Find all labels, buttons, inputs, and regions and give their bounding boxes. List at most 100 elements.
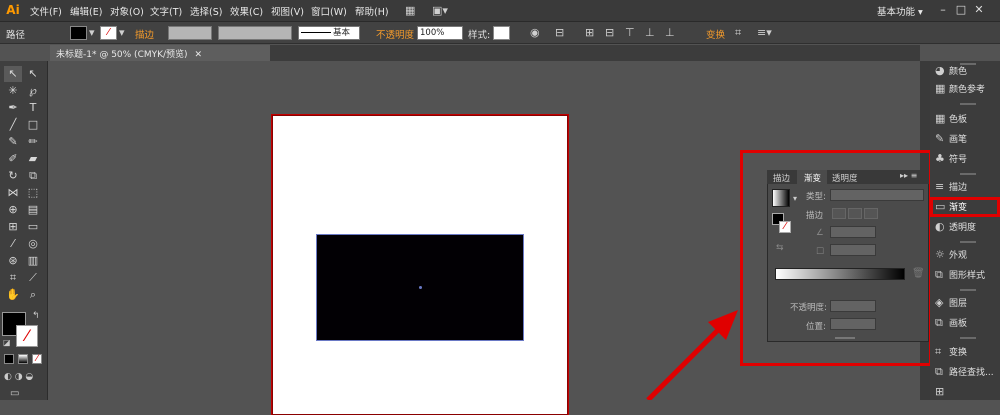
- eyedropper-tool-icon[interactable]: ⁄: [4, 236, 22, 252]
- color-icon: ◕: [935, 64, 945, 77]
- chevron-down-icon[interactable]: ▾: [89, 26, 95, 39]
- column-graph-tool-icon[interactable]: ▥: [24, 253, 42, 269]
- selection-tool-icon[interactable]: ↖: [4, 66, 22, 82]
- align-right-icon[interactable]: ⊟: [605, 26, 614, 39]
- dock-layers-label: 图层: [949, 299, 968, 309]
- close-icon[interactable]: ✕: [970, 3, 988, 16]
- artboard-tool-icon[interactable]: ⌗: [4, 270, 22, 286]
- rotate-tool-icon[interactable]: ↻: [4, 168, 22, 184]
- zoom-tool-icon[interactable]: ⌕: [24, 287, 42, 303]
- draw-mode-icons[interactable]: ◐ ◑ ◒: [4, 372, 33, 382]
- menu-type[interactable]: 文字(T): [150, 4, 182, 18]
- align-center-icon[interactable]: ⊞: [585, 26, 594, 39]
- dock-color-guide[interactable]: ▦ 颜色参考: [935, 80, 1000, 98]
- screen-mode-icon[interactable]: ▭: [10, 388, 19, 399]
- dock-group-separator: [960, 103, 976, 105]
- menu-edit[interactable]: 编辑(E): [70, 4, 102, 18]
- dock-brushes[interactable]: ✎ 画笔: [935, 130, 1000, 148]
- line-tool-icon[interactable]: ╱: [4, 117, 22, 133]
- layers-icon: ◈: [935, 296, 944, 309]
- lasso-tool-icon[interactable]: ℘: [24, 83, 42, 99]
- dock-symbols[interactable]: ♣ 符号: [935, 150, 1000, 168]
- document-tab[interactable]: 未标题-1* @ 50% (CMYK/预览) ✕: [50, 45, 270, 61]
- default-colors-icon[interactable]: ◪: [3, 338, 11, 347]
- align-top-icon[interactable]: ⊤: [625, 26, 635, 39]
- dock-artboards[interactable]: ⧉ 画板: [935, 314, 1000, 332]
- slice-tool-icon[interactable]: ⟋: [24, 270, 42, 286]
- dock-graphic-styles-label: 图形样式: [949, 271, 986, 281]
- pencil-tool-icon[interactable]: ✏: [24, 134, 42, 150]
- dock-artboards-label: 画板: [949, 319, 968, 329]
- shape-builder-tool-icon[interactable]: ⊕: [4, 202, 22, 218]
- minimize-icon[interactable]: –: [934, 3, 952, 16]
- blend-tool-icon[interactable]: ◎: [24, 236, 42, 252]
- menu-view[interactable]: 视图(V): [271, 4, 304, 18]
- direct-selection-tool-icon[interactable]: ↖: [24, 66, 42, 82]
- stroke-swatch[interactable]: ⁄: [100, 26, 117, 40]
- panel-menu-icon[interactable]: ≡▾: [757, 26, 772, 39]
- menu-select[interactable]: 选择(S): [190, 4, 222, 18]
- opacity-input[interactable]: 100%: [417, 26, 463, 40]
- gradient-tool-icon[interactable]: ▭: [24, 219, 42, 235]
- dock-graphic-styles[interactable]: ⧉ 图形样式: [935, 266, 1000, 284]
- menu-effect[interactable]: 效果(C): [230, 4, 263, 18]
- dock-color-guide-label: 颜色参考: [949, 85, 986, 95]
- recolor-icon[interactable]: ◉: [530, 26, 540, 39]
- opacity-label[interactable]: 不透明度: [376, 27, 414, 41]
- menu-file[interactable]: 文件(F): [30, 4, 62, 18]
- dock-swatches[interactable]: ▦ 色板: [935, 110, 1000, 128]
- align-middle-icon[interactable]: ⊥: [645, 26, 655, 39]
- align-bottom-icon[interactable]: ⊥: [665, 26, 675, 39]
- menu-help[interactable]: 帮助(H): [355, 4, 389, 18]
- dock-stroke[interactable]: ≡ 描边: [935, 178, 1000, 196]
- bridge-icon[interactable]: ▦: [405, 4, 415, 17]
- stroke-color-box[interactable]: ⁄: [16, 325, 38, 347]
- stroke-weight-dropdown[interactable]: [168, 26, 212, 40]
- width-tool-icon[interactable]: ⋈: [4, 185, 22, 201]
- transform-icon: ⌗: [935, 345, 942, 358]
- graphic-style-swatch[interactable]: [493, 26, 510, 40]
- swap-colors-icon[interactable]: ↰: [32, 311, 40, 321]
- perspective-grid-tool-icon[interactable]: ▤: [24, 202, 42, 218]
- magic-wand-tool-icon[interactable]: ✳: [4, 83, 22, 99]
- hand-tool-icon[interactable]: ✋: [4, 287, 22, 303]
- align-left-icon[interactable]: ⊟: [555, 26, 564, 39]
- stroke-label[interactable]: 描边: [135, 27, 154, 41]
- rectangle-tool-icon[interactable]: □: [24, 117, 42, 133]
- menu-object[interactable]: 对象(O): [110, 4, 144, 18]
- fill-swatch[interactable]: [70, 26, 87, 40]
- color-mode-icon[interactable]: [4, 354, 14, 364]
- mesh-tool-icon[interactable]: ⊞: [4, 219, 22, 235]
- dock-layers[interactable]: ◈ 图层: [935, 294, 1000, 312]
- type-tool-icon[interactable]: T: [24, 100, 42, 116]
- dock-swatches-label: 色板: [949, 115, 968, 125]
- eraser-tool-icon[interactable]: ▰: [24, 151, 42, 167]
- close-icon[interactable]: ✕: [194, 50, 202, 60]
- pen-tool-icon[interactable]: ✒: [4, 100, 22, 116]
- dock-more[interactable]: ⊞: [935, 383, 1000, 401]
- variable-width-dropdown[interactable]: [218, 26, 292, 40]
- chevron-down-icon[interactable]: ▾: [119, 26, 125, 39]
- blob-brush-tool-icon[interactable]: ✐: [4, 151, 22, 167]
- scale-tool-icon[interactable]: ⧉: [24, 168, 42, 184]
- window-controls: – □ ✕: [934, 3, 988, 16]
- brush-definition-dropdown[interactable]: 基本: [298, 26, 360, 40]
- isolate-icon[interactable]: ⌗: [735, 26, 741, 40]
- dock-appearance[interactable]: ☼ 外观: [935, 246, 1000, 264]
- dock-pathfinder[interactable]: ⧉ 路径查找...: [935, 363, 1000, 381]
- graphic-styles-icon: ⧉: [935, 268, 943, 281]
- arrange-documents-icon[interactable]: ▣▾: [432, 4, 448, 17]
- gradient-mode-icon[interactable]: [18, 354, 28, 364]
- transform-label[interactable]: 变换: [706, 27, 725, 41]
- dock-color[interactable]: ◕ 颜色: [935, 62, 1000, 80]
- none-mode-icon[interactable]: ⁄: [32, 354, 42, 364]
- free-transform-tool-icon[interactable]: ⬚: [24, 185, 42, 201]
- dock-transform[interactable]: ⌗ 变换: [935, 343, 1000, 361]
- dock-transparency[interactable]: ◐ 透明度: [935, 218, 1000, 236]
- symbol-sprayer-tool-icon[interactable]: ⊛: [4, 253, 22, 269]
- maximize-icon[interactable]: □: [952, 3, 970, 16]
- dock-group-separator: [960, 337, 976, 339]
- workspace-switcher[interactable]: 基本功能 ▾: [877, 4, 923, 18]
- paintbrush-tool-icon[interactable]: ✎: [4, 134, 22, 150]
- menu-window[interactable]: 窗口(W): [311, 4, 347, 18]
